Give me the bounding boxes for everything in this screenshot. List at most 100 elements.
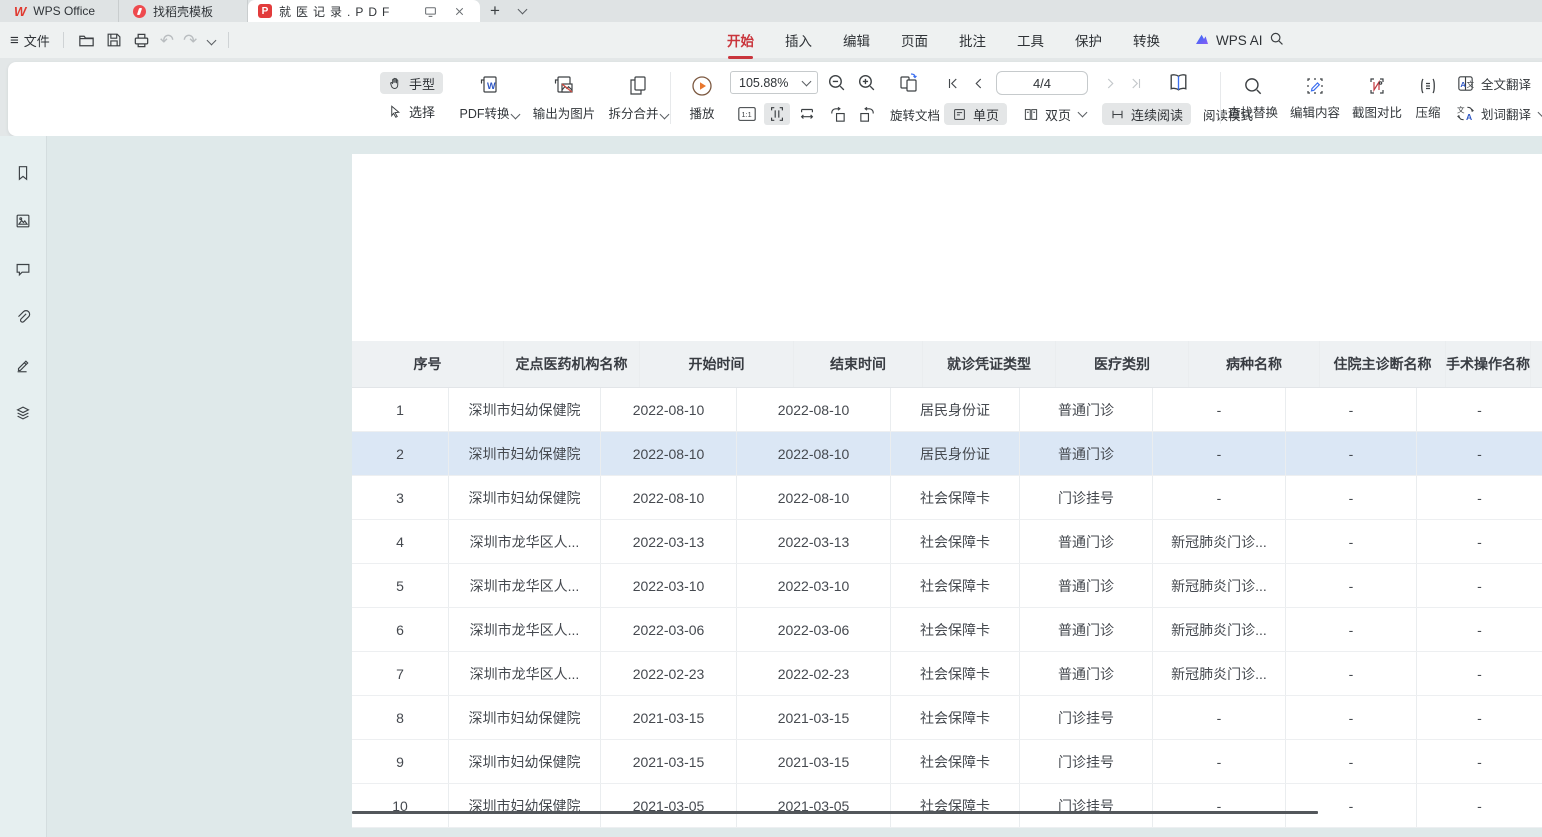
cell-credential-type: 社会保障卡 [891,564,1020,607]
menu-tab-comment[interactable]: 批注 [958,28,987,52]
cell-medical-category: 门诊挂号 [1020,784,1153,827]
customize-toolbar-chevron-icon[interactable] [206,31,215,49]
open-file-icon[interactable] [77,31,96,50]
cell-disease-name: - [1153,476,1286,519]
screenshot-compare-button[interactable]: 截图对比 [1346,69,1408,127]
next-page-button[interactable] [1100,74,1120,92]
last-page-button[interactable] [1126,74,1146,92]
bookmark-icon[interactable] [10,160,36,186]
table-body: 1 深圳市妇幼保健院 2022-08-10 2022-08-10 居民身份证 普… [352,388,1542,828]
wps-ai-logo-icon [1194,32,1210,48]
menu-tab-edit[interactable]: 编辑 [842,28,871,52]
cell-institution: 深圳市妇幼保健院 [449,432,601,475]
tab-wps-office[interactable]: W WPS Office [0,0,119,22]
chevron-down-icon [510,110,520,120]
cell-diagnosis-name: - [1286,740,1417,783]
chevron-down-icon [802,76,812,86]
print-icon[interactable] [132,31,151,50]
pdf-convert-button[interactable]: W PDF转换 [452,69,526,127]
window-tab-bar: W WPS Office 找稻壳模板 P 就医记录.PDF + [0,0,1542,22]
find-replace-label: 查找替换 [1228,102,1278,121]
cell-institution: 深圳市妇幼保健院 [449,476,601,519]
cell-end-date: 2022-03-13 [737,520,891,563]
signature-pen-icon[interactable] [10,352,36,378]
table-header-cell: 序号 [352,341,504,387]
first-page-button[interactable] [942,74,962,92]
menu-tab-tools[interactable]: 工具 [1016,28,1045,52]
menu-tab-home[interactable]: 开始 [726,28,755,52]
cell-institution: 深圳市妇幼保健院 [449,696,601,739]
fit-width-icon [798,105,816,123]
tab-list-chevron-icon[interactable] [510,0,532,22]
new-tab-button[interactable]: + [480,0,510,22]
cell-disease-name: - [1153,784,1286,827]
menu-tab-insert[interactable]: 插入 [784,28,813,52]
cursor-icon [388,104,403,119]
split-merge-button[interactable]: 拆分合并 [600,69,676,127]
screen-cast-icon[interactable] [419,4,441,19]
rotate-doc-label[interactable]: 旋转文档 [890,105,940,124]
split-merge-icon [627,74,649,98]
zoom-in-icon [856,72,877,93]
file-menu-button[interactable]: ≡ 文件 [10,31,50,50]
comment-panel-icon[interactable] [10,256,36,282]
wps-office-window: W WPS Office 找稻壳模板 P 就医记录.PDF + ≡ 文件 [0,0,1542,837]
tab-label: 找稻壳模板 [153,3,213,20]
replace-pages-button[interactable] [896,70,922,96]
actual-size-button[interactable]: 1:1 [734,103,760,125]
layers-icon[interactable] [10,400,36,426]
zoom-level-input[interactable] [737,75,801,91]
fit-page-button[interactable] [764,103,790,125]
pdf-page: 序号定点医药机构名称开始时间结束时间就诊凭证类型医疗类别病种名称住院主诊断名称手… [352,154,1542,828]
attachment-icon[interactable] [10,304,36,330]
compress-button[interactable]: 压缩 [1406,69,1450,127]
zoom-out-icon [826,72,847,93]
single-page-button[interactable]: 单页 [944,103,1007,125]
page-indicator-control[interactable] [996,71,1088,95]
zoom-level-control[interactable] [730,71,818,94]
cell-institution: 深圳市龙华区人... [449,608,601,651]
cell-medical-category: 普通门诊 [1020,520,1153,563]
export-as-image-button[interactable]: 输出为图片 [526,69,602,127]
hand-tool-button[interactable]: 手型 [380,72,443,94]
table-header-cell: 住院主诊断名称 [1320,341,1446,387]
page-thumbnail-icon[interactable] [10,208,36,234]
rotate-left-button[interactable] [824,103,850,125]
close-tab-icon[interactable] [448,5,470,18]
select-tool-button[interactable]: 选择 [380,100,443,122]
full-translate-button[interactable]: A 文 全文翻译 [1456,74,1531,93]
undo-icon[interactable]: ↶ [160,32,174,49]
double-page-button[interactable]: 双页 [1015,103,1094,125]
svg-text:A: A [1460,80,1466,89]
fit-width-button[interactable] [794,103,820,125]
save-icon[interactable] [105,31,123,49]
compress-label: 压缩 [1415,102,1440,121]
zoom-in-button[interactable] [856,72,877,93]
rotate-right-button[interactable] [854,103,880,125]
cell-operation-name: - [1417,520,1542,563]
cell-index: 8 [352,696,449,739]
svg-text:文: 文 [1457,105,1465,115]
continuous-read-button[interactable]: 连续阅读 [1102,103,1191,125]
menu-tab-convert[interactable]: 转换 [1132,28,1161,52]
page-indicator-input[interactable] [1005,75,1079,92]
cell-institution: 深圳市妇幼保健院 [449,784,601,827]
word-translate-button[interactable]: 文 A 划词翻译 [1456,104,1542,123]
redo-icon[interactable]: ↷ [183,32,197,49]
wps-ai-button[interactable]: WPS AI [1194,22,1263,58]
zoom-out-button[interactable] [826,72,847,93]
menu-search-icon[interactable] [1268,30,1285,47]
find-replace-button[interactable]: 查找替换 [1222,69,1284,127]
menu-tab-page[interactable]: 页面 [900,28,929,52]
reading-mode-book-icon[interactable] [1166,70,1191,95]
edit-content-button[interactable]: 编辑内容 [1284,69,1346,127]
menu-tab-protect[interactable]: 保护 [1074,28,1103,52]
tab-medical-record-pdf[interactable]: P 就医记录.PDF [248,0,480,22]
tab-docer-templates[interactable]: 找稻壳模板 [119,0,248,22]
previous-page-button[interactable] [968,74,988,92]
play-button[interactable]: 播放 [680,69,724,127]
cell-credential-type: 社会保障卡 [891,740,1020,783]
chevron-down-icon [659,110,669,120]
table-row: 3 深圳市妇幼保健院 2022-08-10 2022-08-10 社会保障卡 门… [352,476,1542,520]
cell-diagnosis-name: - [1286,476,1417,519]
